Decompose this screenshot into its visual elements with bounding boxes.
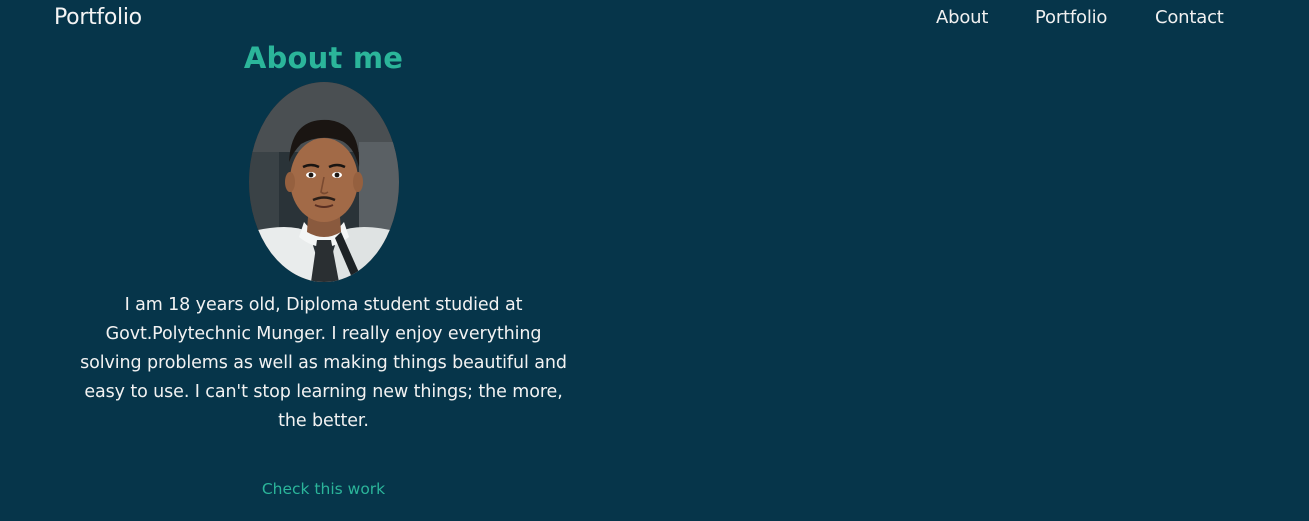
about-title: About me: [243, 41, 404, 75]
about-section: About me I am 18 years old, Diploma stud…: [80, 38, 567, 498]
profile-photo: [248, 82, 399, 282]
navbar: Portfolio About Portfolio Contact: [0, 0, 1309, 38]
nav-link-portfolio[interactable]: Portfolio: [1035, 7, 1107, 28]
about-bio: I am 18 years old, Diploma student studi…: [80, 295, 567, 431]
brand-logo-link[interactable]: Portfolio: [54, 5, 142, 30]
check-work-link[interactable]: Check this work: [262, 480, 385, 498]
nav-link-contact[interactable]: Contact: [1155, 7, 1224, 28]
nav-link-about[interactable]: About: [936, 7, 988, 28]
